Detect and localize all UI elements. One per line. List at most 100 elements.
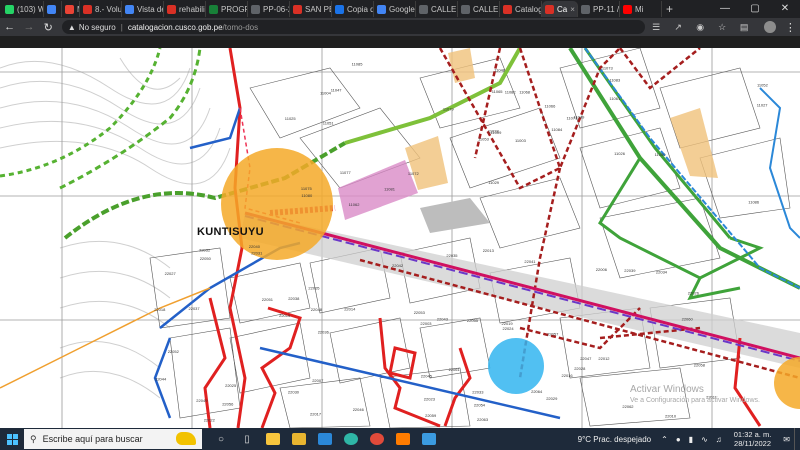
tab-favicon-icon (581, 4, 590, 14)
side-panel-icon[interactable]: ▤ (733, 22, 755, 33)
reload-icon[interactable]: ↻ (39, 21, 58, 34)
weather-widget[interactable]: 9°C Prac. despejado (578, 435, 651, 444)
tab-favicon-icon (47, 4, 56, 14)
translate-icon[interactable]: ☰ (645, 22, 667, 33)
lot-number-label: 11065 (492, 89, 504, 94)
browser-tab[interactable]: PP-11 / (578, 1, 620, 17)
lot-number-label: 11066 (545, 104, 557, 109)
file-explorer-icon[interactable] (260, 428, 286, 450)
close-tab-icon[interactable]: × (570, 5, 575, 14)
search-highlight-icon (176, 432, 196, 445)
menu-kebab-icon[interactable]: ⋮ (781, 21, 800, 34)
lot-number-label: 22032 (199, 248, 211, 253)
browser-tab[interactable]: SAN PE (290, 1, 332, 17)
notification-icon[interactable]: ✉ (783, 435, 790, 444)
show-desktop-button[interactable] (794, 428, 800, 450)
tab-label: SAN PE (305, 4, 332, 14)
minimize-button[interactable]: — (710, 0, 740, 18)
browser-tab[interactable]: M (62, 1, 80, 17)
mail-icon[interactable] (312, 428, 338, 450)
browser-tab[interactable]: Mi (620, 1, 662, 17)
chevron-up-icon[interactable]: ⌃ (661, 435, 668, 444)
lot-number-label: 11051 (323, 121, 335, 126)
browser-tab[interactable]: CALLE C (416, 1, 458, 17)
lot-number-label: 22018 (154, 307, 166, 312)
lot-number-label: 22048 (311, 307, 323, 312)
microphone-icon[interactable]: ● (676, 435, 681, 444)
lot-number-label: 22054 (474, 403, 486, 408)
tab-label: rehabili (179, 4, 205, 14)
tab-favicon-icon (623, 4, 632, 14)
photos-icon[interactable] (416, 428, 442, 450)
new-tab-button[interactable]: + (662, 2, 677, 16)
warning-icon[interactable]: ▲ (68, 23, 76, 32)
edge-icon[interactable] (338, 428, 364, 450)
browser-tab[interactable]: (103) W (2, 1, 44, 17)
start-button[interactable] (0, 428, 24, 450)
browser-tab[interactable]: 8.- Volu (80, 1, 122, 17)
tab-label: CALLE C (473, 4, 499, 14)
share-icon[interactable]: ↗ (667, 22, 689, 33)
place-label-kuntisuyu: KUNTISUYU (197, 226, 264, 238)
security-label[interactable]: No seguro (79, 23, 116, 32)
lot-number-label: 22031 (251, 251, 263, 256)
browser-tab[interactable] (44, 1, 62, 17)
browser-tab[interactable]: rehabili (164, 1, 206, 17)
map-viewport[interactable]: 11003 11004 11009 11075 11071 11072 11073 11068… (0, 48, 800, 428)
lot-number-label: 22023 (424, 397, 436, 402)
lot-number-label: 11048 (494, 68, 506, 73)
lot-number-label: 22040 (249, 244, 261, 249)
profile-avatar[interactable] (764, 21, 776, 33)
browser-tab[interactable]: CALLE C (458, 1, 500, 17)
task-view-icon[interactable]: ▯ (234, 428, 260, 450)
extension-icon[interactable]: ◉ (689, 22, 711, 33)
chrome-icon[interactable] (364, 428, 390, 450)
search-icon: ⚲ (30, 433, 37, 444)
lot-number-label: 22035 (446, 253, 458, 258)
forward-arrow-icon[interactable]: → (19, 21, 38, 33)
volume-icon[interactable]: ♫ (716, 435, 722, 444)
lot-number-label: 22043 (437, 317, 449, 322)
maximize-button[interactable]: ▢ (740, 0, 770, 18)
taskbar-search-box[interactable]: ⚲ Escribe aquí para buscar (24, 429, 202, 449)
lot-number-label: 22044 (155, 376, 167, 381)
browser-tab[interactable]: PP-06-2 (248, 1, 290, 17)
lot-number-label: 22025 (225, 383, 237, 388)
toolbar-icons: ☰ ↗ ◉ ☆ ▤ (645, 22, 755, 33)
browser-tab[interactable]: Copia d (332, 1, 374, 17)
taskbar-clock[interactable]: 01:32 a. m. 28/11/2022 (734, 430, 772, 448)
browser-tab[interactable]: PROGR (206, 1, 248, 17)
lot-number-label: 22026 (688, 290, 700, 295)
lot-number-label: 22045 (421, 373, 433, 378)
lot-number-label: 22036 (318, 330, 330, 335)
tab-label: PROGR (221, 4, 248, 14)
tab-favicon-icon (167, 4, 176, 14)
lot-number-label: 22049 (196, 398, 208, 403)
tab-favicon-icon (251, 4, 260, 14)
back-arrow-icon[interactable]: ← (0, 21, 19, 33)
battery-icon[interactable]: ▮ (689, 435, 693, 444)
url-field[interactable]: ▲ No seguro | catalogacion.cusco.gob.pe … (61, 20, 646, 34)
lot-number-label: 22015 (279, 313, 291, 318)
browser-tab[interactable]: Google (374, 1, 416, 17)
bookmark-star-icon[interactable]: ☆ (711, 22, 733, 33)
clock-time: 01:32 a. m. (733, 430, 772, 439)
tab-label: Catalog (515, 4, 542, 14)
lot-number-label: 11028 (488, 128, 500, 133)
activation-watermark: Activar Windows Ve a Configuración para … (630, 384, 760, 406)
system-tray: 9°C Prac. despejado ⌃ ● ▮ ∿ ♫ 01:32 a. m… (578, 428, 800, 450)
lot-number-label: 22012 (598, 356, 610, 361)
browser-tab[interactable]: Catalog (500, 1, 542, 17)
close-window-button[interactable]: ✕ (770, 0, 800, 18)
folder-icon[interactable] (286, 428, 312, 450)
browser-tab[interactable]: Ca × (542, 1, 578, 17)
cortana-icon[interactable]: ○ (208, 428, 234, 450)
wifi-icon[interactable]: ∿ (701, 435, 708, 444)
lot-number-label: 22052 (168, 349, 180, 354)
pinned-apps: ○ ▯ (208, 428, 442, 450)
lot-number-label: 11080 (301, 193, 313, 198)
lot-number-label: 11073 (602, 66, 614, 71)
illustrator-icon[interactable] (390, 428, 416, 450)
browser-tab[interactable]: Vista de (122, 1, 164, 17)
lot-number-label: 11047 (331, 88, 343, 93)
